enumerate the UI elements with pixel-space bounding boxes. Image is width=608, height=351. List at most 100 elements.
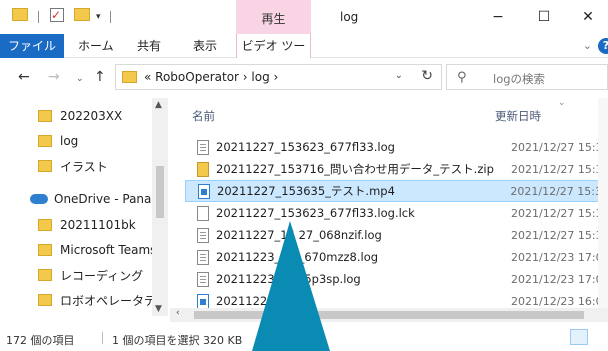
file-row[interactable]: 20211227_153623_677fl33.log.lck 2021/12/… [185,202,608,224]
file-date: 2021/12/23 17:05 [511,250,608,264]
file-date: 2021/12/27 15:37 [511,140,608,154]
status-divider [102,332,103,344]
file-row[interactable]: 20211227_15 27_068nzif.log 2021/12/27 15… [185,224,608,246]
nav-item-illust[interactable]: イラスト [0,154,152,178]
nav-item-onedrive[interactable]: OneDrive - Panasc [0,187,152,211]
nav-scrollbar[interactable]: ▲ ▼ [152,98,168,316]
file-date: 2021/12/23 17:00 [511,272,608,286]
search-icon: ⚲ [457,70,467,85]
thumbnail-view-icon[interactable] [590,329,608,345]
log-file-icon [197,139,209,155]
address-row: ← → ⌄ ↑ « RoboOperator › log › ⌄ ↻ ⚲ log… [0,62,608,92]
up-arrow-icon[interactable]: ↑ [94,68,106,86]
folder-icon [122,71,137,83]
sort-chevron-icon: ⌄ [558,98,566,108]
maximize-button[interactable]: ☐ [522,4,566,30]
ribbon-tabs: ファイル ホーム 共有 表示 ビデオ ツール ⌄ ? [0,34,608,77]
tab-file[interactable]: ファイル [0,34,64,58]
file-row[interactable]: 20211223_ _015p3sp.log 2021/12/23 17:00 [185,268,608,290]
quick-access-dropdown-icon[interactable]: ▾ [96,8,101,26]
scroll-down-icon[interactable]: ▼ [155,304,162,314]
nav-item-label: レコーディング [60,268,144,283]
nav-item-label: log [60,134,79,148]
address-bar[interactable]: « RoboOperator › log › ⌄ ↻ [115,64,442,90]
toolbar-divider [38,11,39,23]
recent-locations-chevron-icon[interactable]: ⌄ [76,70,84,88]
nav-item-robo-operator-test[interactable]: ロボオペレータテスト [0,288,152,312]
nav-item-202203xx[interactable]: 202203XX [0,104,152,128]
context-label-play: 再生 [261,12,286,26]
search-placeholder: logの検索 [493,72,546,86]
folder-icon [38,110,52,122]
close-button[interactable]: ✕ [566,4,608,30]
horizontal-scrollbar[interactable]: ‹ [170,308,608,322]
nav-item-label: OneDrive - Panasc [54,192,152,206]
nav-item-20211101bk[interactable]: 20211101bk [0,213,152,237]
folder-icon [38,244,52,256]
tab-home[interactable]: ホーム [78,34,114,58]
refresh-icon[interactable]: ↻ [421,68,433,84]
file-scrollbar[interactable] [598,98,608,308]
folder-icon [38,160,52,172]
back-arrow-icon[interactable]: ← [18,68,30,86]
folder-icon [38,294,52,306]
file-name: 20211227_153716_問い合わせ用データ_テスト.zip [216,162,494,176]
column-header-date[interactable]: 更新日時 [495,108,541,124]
column-header-name[interactable]: 名前 [192,108,215,124]
nav-item-log[interactable]: log [0,129,152,153]
properties-checkbox-icon[interactable]: ✓ [50,8,64,22]
cloud-icon [30,194,48,204]
file-icon [197,205,209,221]
nav-item-microsoft-teams[interactable]: Microsoft Teams [0,238,152,262]
address-dropdown-icon[interactable]: ⌄ [395,70,403,81]
file-row-selected[interactable]: 20211227_153635_テスト.mp4 2021/12/27 15:37 [185,180,608,202]
zip-file-icon [197,161,209,177]
breadcrumb[interactable]: « RoboOperator › log › [144,70,278,84]
item-count: 172 個の項目 [6,334,75,347]
file-row[interactable]: 20211223_1 1_670mzz8.log 2021/12/23 17:0… [185,246,608,268]
ribbon-expand-chevron-icon[interactable]: ⌄ [583,34,592,58]
selection-info: 1 個の項目を選択 320 KB [112,334,243,347]
log-file-icon [197,271,209,287]
nav-item-label: Microsoft Teams [60,243,152,257]
scroll-left-icon[interactable]: ‹ [176,308,180,318]
file-name: 20211223_ mp4 [216,294,310,308]
nav-item-recording[interactable]: レコーディング [0,263,152,287]
file-name: 20211227_153635_テスト.mp4 [217,184,395,198]
file-date: 2021/12/27 15:35 [511,228,608,242]
search-box[interactable]: ⚲ logの検索 [446,64,608,90]
tab-view[interactable]: 表示 [193,34,217,58]
file-name: 20211223_1 1_670mzz8.log [216,250,379,264]
nav-item-label: イラスト [60,159,108,174]
folder-icon [38,269,52,281]
window-title: log [340,10,359,24]
help-icon[interactable]: ? [598,38,608,54]
file-date: 2021/12/27 15:37 [511,162,608,176]
file-row[interactable]: 20211227_153716_問い合わせ用データ_テスト.zip 2021/1… [185,158,608,180]
tab-video-tools[interactable]: ビデオ ツール [236,34,311,77]
log-file-icon [197,227,209,243]
horizontal-scroll-thumb[interactable] [194,311,584,319]
status-bar: 172 個の項目 1 個の項目を選択 320 KB [0,324,608,351]
file-list: 名前 更新日時 ⌄ 20211227_153623_677fl33.log 20… [170,98,608,316]
video-file-icon [198,183,210,199]
nav-item-label: 202203XX [60,109,123,123]
file-name: 20211227_153623_677fl33.log.lck [216,206,415,220]
nav-scroll-thumb[interactable] [156,166,164,218]
file-date: 2021/12/27 15:36 [511,206,608,220]
new-folder-icon[interactable] [74,8,90,21]
scroll-up-icon[interactable]: ▲ [155,100,162,110]
file-date: 2021/12/23 16:09 [511,294,608,308]
details-view-icon[interactable] [570,329,588,345]
file-row[interactable]: 20211227_153623_677fl33.log 2021/12/27 1… [185,136,608,158]
forward-arrow-icon[interactable]: → [48,68,60,86]
navigation-pane: 202203XX log イラスト OneDrive - Panasc 2021… [0,98,168,316]
toolbar-divider [110,11,111,23]
tab-share[interactable]: 共有 [137,34,161,58]
nav-item-label: 20211101bk [60,218,136,232]
folder-icon[interactable] [12,8,28,21]
minimize-button[interactable]: − [476,4,520,30]
log-file-icon [197,249,209,265]
file-date: 2021/12/27 15:37 [510,184,608,198]
nav-item-label: ロボオペレータテスト [60,293,152,308]
